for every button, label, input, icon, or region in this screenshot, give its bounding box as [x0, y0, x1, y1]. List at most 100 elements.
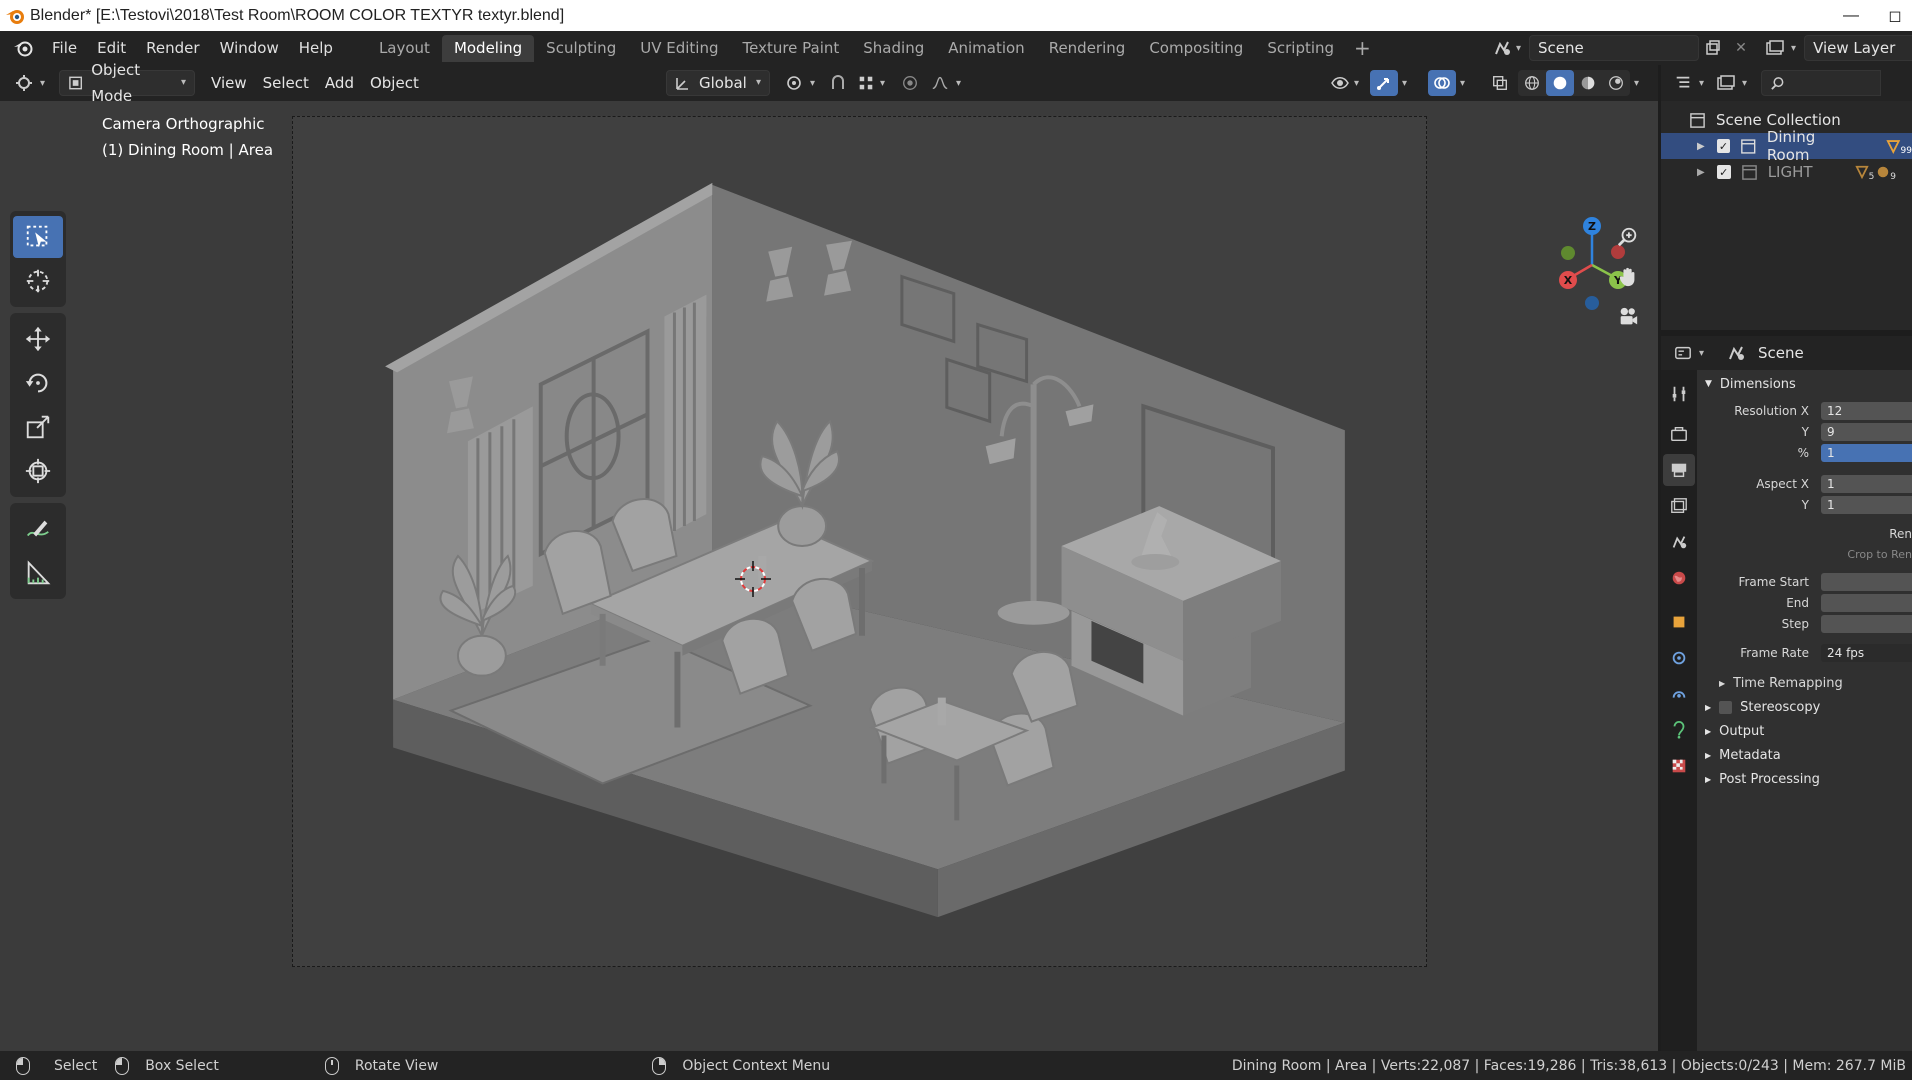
stereoscopy-checkbox[interactable]: [1719, 700, 1733, 714]
transform-tool[interactable]: [13, 450, 63, 492]
tab-layout[interactable]: Layout: [367, 35, 442, 62]
rotate-tool[interactable]: [13, 362, 63, 404]
rendered-shading-icon[interactable]: [1602, 70, 1630, 96]
chevron-down-icon[interactable]: ▾: [1354, 78, 1359, 89]
outliner-editor-icon[interactable]: [1669, 70, 1697, 96]
outliner-search-input[interactable]: [1761, 70, 1882, 96]
move-tool[interactable]: [13, 318, 63, 360]
3d-viewport[interactable]: Camera Orthographic (1) Dining Room | Ar…: [0, 101, 1658, 1051]
resolution-x-field[interactable]: 12: [1821, 401, 1912, 420]
resolution-y-field[interactable]: 9: [1821, 422, 1912, 441]
zoom-icon[interactable]: [1612, 221, 1644, 253]
menu-select[interactable]: Select: [255, 70, 317, 96]
checkbox-icon[interactable]: ✓: [1716, 139, 1731, 153]
metadata-section[interactable]: ▶ Metadata: [1697, 743, 1912, 767]
dimensions-section-header[interactable]: ▼ Dimensions: [1697, 372, 1912, 396]
constraint-tab-icon[interactable]: [1663, 678, 1695, 710]
visibility-icon[interactable]: [1326, 70, 1354, 96]
time-remapping-section[interactable]: ▶ Time Remapping: [1697, 671, 1912, 695]
menu-add[interactable]: Add: [317, 70, 362, 96]
pan-hand-icon[interactable]: [1612, 261, 1644, 293]
tab-texture-paint[interactable]: Texture Paint: [730, 35, 851, 62]
tab-compositing[interactable]: Compositing: [1137, 35, 1255, 62]
chevron-down-icon[interactable]: ▾: [956, 78, 961, 89]
chevron-down-icon[interactable]: ▾: [1516, 43, 1521, 54]
frame-start-field[interactable]: [1821, 572, 1912, 591]
chevron-down-icon[interactable]: ▾: [1460, 78, 1465, 89]
checkbox-icon[interactable]: ✓: [1716, 165, 1731, 179]
select-box-tool[interactable]: [13, 216, 63, 258]
snap-target-icon[interactable]: [852, 70, 880, 96]
chevron-down-icon[interactable]: ▾: [880, 78, 885, 89]
expand-arrow-icon[interactable]: ▶: [1697, 167, 1705, 178]
properties-editor-icon[interactable]: [1669, 340, 1697, 366]
scene-field[interactable]: Scene: [1529, 35, 1700, 61]
frame-end-field[interactable]: [1821, 593, 1912, 612]
scale-tool[interactable]: [13, 406, 63, 448]
scene-tab-icon[interactable]: [1663, 526, 1695, 558]
aspect-y-field[interactable]: 1: [1821, 495, 1912, 514]
tab-uv-editing[interactable]: UV Editing: [628, 35, 730, 62]
chevron-down-icon[interactable]: ▾: [1634, 78, 1639, 89]
new-scene-icon[interactable]: [1699, 35, 1727, 61]
overlays-toggle-icon[interactable]: [1428, 70, 1456, 96]
material-shading-icon[interactable]: [1574, 70, 1602, 96]
scene-icon[interactable]: [1492, 38, 1512, 58]
object-mode-dropdown[interactable]: Object Mode ▾: [59, 61, 196, 105]
texture-tab-icon[interactable]: [1663, 750, 1695, 782]
minimize-button[interactable]: —: [1828, 0, 1874, 31]
view-layer-tab-icon[interactable]: [1663, 490, 1695, 522]
menu-view[interactable]: View: [203, 70, 255, 96]
object-tab-icon[interactable]: [1663, 606, 1695, 638]
editor-type-icon[interactable]: [10, 70, 38, 96]
frame-step-field[interactable]: [1821, 614, 1912, 633]
camera-view-icon[interactable]: [1612, 301, 1644, 333]
display-mode-icon[interactable]: [1712, 70, 1740, 96]
solid-shading-icon[interactable]: [1546, 70, 1574, 96]
modifier-tab-icon[interactable]: [1663, 642, 1695, 674]
xray-toggle-icon[interactable]: [1486, 70, 1514, 96]
tool-tab-icon[interactable]: [1663, 378, 1695, 410]
proportional-editing-icon[interactable]: [896, 70, 924, 96]
chevron-down-icon[interactable]: ▾: [40, 78, 45, 89]
data-tab-icon[interactable]: [1663, 714, 1695, 746]
stereoscopy-section[interactable]: ▶ Stereoscopy: [1697, 695, 1912, 719]
menu-window[interactable]: Window: [210, 35, 289, 61]
crop-row[interactable]: Crop to Ren: [1697, 544, 1912, 565]
menu-help[interactable]: Help: [289, 35, 343, 61]
menu-file[interactable]: File: [42, 35, 87, 61]
chevron-down-icon[interactable]: ▾: [1699, 348, 1704, 359]
chevron-down-icon[interactable]: ▾: [1402, 78, 1407, 89]
resolution-percent-field[interactable]: 1: [1821, 443, 1912, 462]
aspect-x-field[interactable]: 1: [1821, 474, 1912, 493]
close-icon[interactable]: ✕: [1727, 35, 1755, 61]
world-tab-icon[interactable]: [1663, 562, 1695, 594]
chevron-down-icon[interactable]: ▾: [1742, 78, 1747, 89]
menu-object[interactable]: Object: [362, 70, 427, 96]
add-workspace-button[interactable]: +: [1346, 36, 1379, 60]
output-section[interactable]: ▶ Output: [1697, 719, 1912, 743]
post-processing-section[interactable]: ▶ Post Processing: [1697, 767, 1912, 791]
transform-orientation-dropdown[interactable]: Global ▾: [666, 70, 770, 96]
3d-cursor-icon[interactable]: [733, 559, 773, 599]
tab-animation[interactable]: Animation: [936, 35, 1036, 62]
maximize-button[interactable]: ◻: [1878, 0, 1912, 31]
view-layer-field[interactable]: View Layer: [1804, 35, 1912, 61]
measure-tool[interactable]: [13, 552, 63, 594]
output-tab-icon[interactable]: [1663, 454, 1695, 486]
expand-arrow-icon[interactable]: ▶: [1697, 141, 1705, 152]
tab-shading[interactable]: Shading: [851, 35, 936, 62]
annotate-tool[interactable]: [13, 508, 63, 550]
chevron-down-icon[interactable]: ▾: [1699, 78, 1704, 89]
outliner-item-light[interactable]: ▶ ✓ LIGHT 5 9: [1661, 159, 1912, 185]
blender-menu-icon[interactable]: [12, 37, 34, 59]
cursor-tool[interactable]: [13, 260, 63, 302]
snap-icon[interactable]: [824, 70, 852, 96]
outliner-item-dining-room[interactable]: ▶ ✓ Dining Room 99: [1661, 128, 1912, 164]
tab-sculpting[interactable]: Sculpting: [534, 35, 628, 62]
chevron-down-icon[interactable]: ▾: [1791, 43, 1796, 54]
tab-scripting[interactable]: Scripting: [1255, 35, 1346, 62]
tab-modeling[interactable]: Modeling: [441, 34, 535, 62]
tab-rendering[interactable]: Rendering: [1037, 35, 1138, 62]
frame-rate-dropdown[interactable]: 24 fps: [1821, 643, 1912, 662]
